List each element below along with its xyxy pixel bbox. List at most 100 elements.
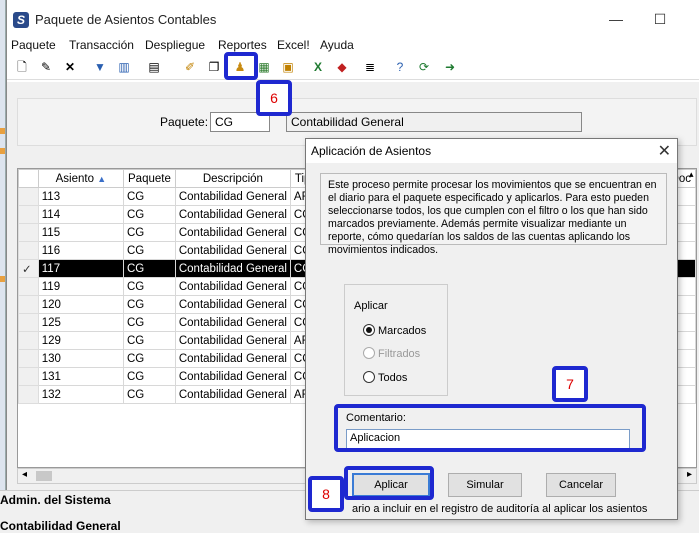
menu-paquete[interactable]: Paquete	[11, 38, 56, 52]
row-indicator	[18, 385, 39, 404]
radio-marcados[interactable]: Marcados	[363, 324, 426, 337]
cell-paquete: CG	[123, 385, 176, 404]
cell-paquete: CG	[123, 295, 176, 314]
excel-icon[interactable]: X	[309, 58, 327, 76]
dialog-title-bar: Aplicación de Asientos ✕	[306, 139, 677, 163]
step-8-callout: 8	[308, 476, 344, 512]
aplicacion-asientos-dialog: Aplicación de Asientos ✕ Este proceso pe…	[305, 138, 678, 520]
cell-descripcion: Contabilidad General	[174, 367, 291, 386]
highlight-aplicar	[344, 466, 434, 500]
strip-marker	[0, 128, 5, 134]
cell-paquete: CG	[123, 349, 176, 368]
cell-descripcion: Contabilidad General	[174, 223, 291, 242]
columns-icon[interactable]: ▥	[115, 58, 133, 76]
menu-despliegue[interactable]: Despliegue	[145, 38, 205, 52]
cell-descripcion: Contabilidad General	[174, 385, 291, 404]
cell-asiento: 132	[37, 385, 125, 404]
scroll-left-icon[interactable]: ◂	[22, 469, 27, 480]
refresh-icon[interactable]: ⟳	[415, 58, 433, 76]
row-indicator	[18, 277, 39, 296]
strip-marker	[0, 148, 5, 154]
row-indicator	[18, 205, 39, 224]
cell-descripcion: Contabilidad General	[174, 241, 291, 260]
status-company: Contabilidad General	[0, 519, 121, 533]
row-indicator	[18, 313, 39, 332]
cell-paquete: CG	[123, 313, 176, 332]
paquete-name-field: Contabilidad General	[286, 112, 582, 132]
sort-asc-icon: ▲	[97, 173, 107, 184]
go-icon[interactable]: ➜	[441, 58, 459, 76]
menu-reportes[interactable]: Reportes	[218, 38, 267, 52]
radio-todos-indicator[interactable]	[363, 371, 375, 383]
cell-asiento: 113	[37, 187, 125, 206]
toolbar: 🗋 ✎ ✕ ▼ ▥ ▤ ✐ ❐ ♟ ▦ ▣ X ◆ ≣ ? ⟳ ➜	[7, 56, 699, 80]
column-header-descripcion[interactable]: Descripción	[174, 169, 291, 188]
highlight-comment	[334, 404, 646, 452]
radio-todos[interactable]: Todos	[363, 371, 407, 384]
scroll-thumb[interactable]	[36, 471, 52, 481]
dialog-description: Este proceso permite procesar los movimi…	[320, 173, 667, 256]
menu-ayuda[interactable]: Ayuda	[320, 38, 354, 52]
radio-marcados-indicator[interactable]	[363, 324, 375, 336]
cell-paquete: CG	[123, 205, 176, 224]
search-pencil-icon[interactable]: ✐	[181, 58, 199, 76]
row-indicator	[18, 295, 39, 314]
scroll-right-icon[interactable]: ▸	[687, 469, 692, 480]
help-icon[interactable]: ?	[391, 58, 409, 76]
row-indicator	[18, 223, 39, 242]
radio-filtrados-label: Filtrados	[378, 348, 421, 360]
cancelar-button[interactable]: Cancelar	[546, 473, 616, 497]
strip-marker	[0, 276, 5, 282]
cell-asiento: 117	[37, 259, 125, 278]
simular-button[interactable]: Simular	[448, 473, 522, 497]
edit-icon[interactable]: ✎	[37, 58, 55, 76]
document-lock-icon[interactable]: ▣	[279, 58, 297, 76]
highlight-apply-icon	[224, 52, 258, 80]
cell-paquete: CG	[123, 277, 176, 296]
cell-asiento: 130	[37, 349, 125, 368]
cell-descripcion: Contabilidad General	[174, 313, 291, 332]
cell-asiento: 119	[37, 277, 125, 296]
paquete-label: Paquete:	[160, 115, 209, 129]
cell-paquete: CG	[123, 331, 176, 350]
minimize-button[interactable]: —	[601, 8, 631, 30]
maximize-button[interactable]: ☐	[645, 8, 675, 30]
new-document-icon[interactable]: 🗋	[13, 58, 31, 76]
menu-excel[interactable]: Excel!	[277, 38, 310, 52]
radio-marcados-label: Marcados	[378, 325, 427, 337]
row-indicator	[18, 349, 39, 368]
cell-asiento: 114	[37, 205, 125, 224]
copy-icon[interactable]: ❐	[205, 58, 223, 76]
aplicar-group-label: Aplicar	[351, 300, 391, 312]
cell-asiento: 129	[37, 331, 125, 350]
menu-transaccion[interactable]: Transacción	[69, 38, 134, 52]
cell-descripcion: Contabilidad General	[174, 187, 291, 206]
radio-todos-label: Todos	[378, 372, 408, 384]
cell-paquete: CG	[123, 367, 176, 386]
status-user: Admin. del Sistema	[0, 493, 111, 507]
grid-vertical-scrollbar[interactable]: ▴	[689, 168, 699, 468]
filter-icon[interactable]: ▼	[91, 58, 109, 76]
cell-descripcion: Contabilidad General	[174, 349, 291, 368]
scroll-up-icon[interactable]: ▴	[689, 169, 694, 180]
delete-icon[interactable]: ✕	[61, 58, 79, 76]
notes-icon[interactable]: ≣	[361, 58, 379, 76]
radio-filtrados: Filtrados	[363, 347, 420, 360]
close-icon[interactable]: ✕	[658, 141, 671, 161]
cell-descripcion: Contabilidad General	[174, 277, 291, 296]
cell-asiento: 115	[37, 223, 125, 242]
title-bar: S Paquete de Asientos Contables — ☐	[7, 0, 699, 36]
app-icon: S	[13, 12, 29, 28]
cell-asiento: 116	[37, 241, 125, 260]
window-title: Paquete de Asientos Contables	[35, 12, 217, 27]
row-indicator	[18, 331, 39, 350]
export-icon[interactable]: ◆	[333, 58, 351, 76]
row-indicator	[18, 187, 39, 206]
cell-asiento: 125	[37, 313, 125, 332]
radio-filtrados-indicator	[363, 347, 375, 359]
column-header-asiento[interactable]: Asiento ▲	[37, 169, 125, 188]
cell-paquete: CG	[123, 187, 176, 206]
row-indicator	[18, 367, 39, 386]
column-header-paquete[interactable]: Paquete	[123, 169, 176, 188]
print-icon[interactable]: ▤	[145, 58, 163, 76]
